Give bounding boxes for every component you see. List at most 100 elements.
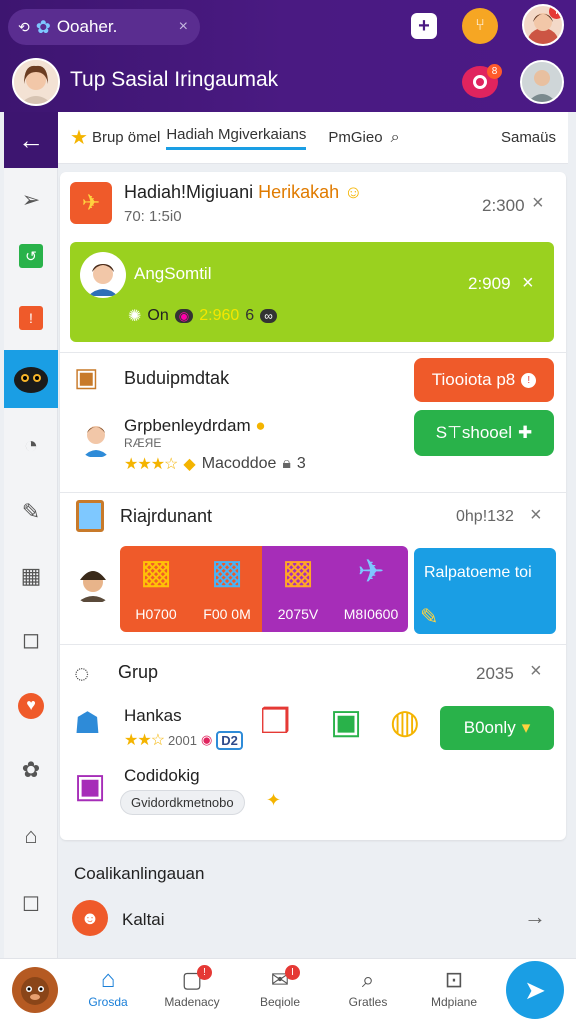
- divider: [60, 352, 566, 353]
- item-title: Grpbenleydrdam: [124, 416, 251, 435]
- tab-grup[interactable]: Brup ömel: [92, 129, 160, 146]
- home-icon[interactable]: ⌂: [4, 808, 58, 864]
- app-header: ⟲ ✿ Ooaher. × + ⑂ i Tup Sasial Iringauma…: [0, 0, 576, 112]
- gift-icon: ❒: [260, 703, 291, 741]
- search-icon[interactable]: ⌕: [391, 129, 400, 147]
- group-rating-stars: ★★☆: [124, 732, 165, 749]
- gift-box-icon: ▩: [139, 553, 173, 591]
- eye-icon: ◉: [174, 309, 194, 323]
- promo-tile[interactable]: ▩ F00 0M: [192, 546, 262, 632]
- send-icon[interactable]: ➢: [4, 172, 58, 228]
- card-title: Hadiah!Migiuani: [124, 182, 254, 202]
- nav-more[interactable]: ⊡ Mdpiane: [414, 965, 494, 1009]
- promo-tile[interactable]: ▩ H0700: [120, 546, 192, 632]
- divider: [60, 644, 566, 645]
- nav-mail[interactable]: ✉ I Beqiole: [240, 965, 320, 1009]
- lock-icon: 🔒︎: [282, 455, 291, 472]
- link-icon: ∞: [260, 309, 277, 323]
- main-content: ★ Brup ömel Hadiah Mgiverkaians PmGieo ⌕…: [58, 112, 576, 958]
- browser-tab[interactable]: ⟲ ✿ Ooaher. ×: [8, 9, 200, 45]
- footer-arrow-icon[interactable]: →: [524, 904, 546, 930]
- promo-blue-label: Ralpatoeme toi: [424, 564, 532, 581]
- clock-icon[interactable]: ◔: [4, 418, 58, 474]
- home-icon: ⌂: [100, 966, 116, 993]
- tab-hadiah[interactable]: Hadiah Mgiverkaians: [166, 126, 307, 150]
- highlight-banner[interactable]: AngSomtil 2:909 × ✺ On ◉ 2:960 6 ∞: [70, 242, 554, 342]
- coin-icon: ●: [255, 416, 266, 435]
- section3-close-icon[interactable]: ×: [530, 504, 542, 527]
- purple-gift-icon: ▣: [74, 767, 107, 805]
- section3-title: Riajrdunant: [120, 506, 213, 526]
- group-icon: ◌: [74, 658, 90, 688]
- sidebar-item-mascot[interactable]: [4, 350, 58, 408]
- contact-avatar[interactable]: [520, 60, 564, 104]
- reward-icon: ✈: [70, 182, 112, 224]
- sub-tab-bar: ★ Brup ömel Hadiah Mgiverkaians PmGieo ⌕…: [58, 112, 568, 164]
- rating-stars: ★★★☆: [124, 456, 178, 473]
- gift-box-icon: ▩: [210, 553, 244, 591]
- banner-meta-num: 2:960: [199, 307, 240, 324]
- nav-home[interactable]: ⌂ Grosda: [68, 965, 148, 1009]
- mascot-avatar[interactable]: [12, 967, 58, 1013]
- bell-icon: ✦: [266, 790, 282, 810]
- banner-name: AngSomtil: [134, 264, 212, 283]
- pencil-icon: ✎: [420, 604, 439, 629]
- promo-tile-label: 2075V: [277, 606, 319, 622]
- card-close-icon[interactable]: ×: [532, 192, 544, 215]
- back-button[interactable]: ←: [4, 112, 58, 168]
- promo-tile-label: M8I0600: [343, 606, 399, 622]
- nav-camera[interactable]: ▢! Madenacy: [152, 965, 232, 1009]
- user-avatar: [76, 418, 116, 458]
- nav-label: Beqiole: [259, 995, 301, 1009]
- group-item1-title: Hankas: [124, 706, 182, 725]
- tab-samaus[interactable]: Samaüs: [501, 129, 556, 146]
- record-icon[interactable]: 8: [462, 64, 502, 98]
- coin-bag-icon: ◍: [390, 703, 420, 741]
- footer-section: Coalikanlingauan ☻ Kaltai →: [58, 852, 568, 958]
- share-icon[interactable]: ⑂: [462, 8, 498, 44]
- notification-badge: !: [521, 372, 537, 388]
- add-icon[interactable]: +: [404, 6, 444, 46]
- group-close-icon[interactable]: ×: [530, 660, 542, 683]
- bottom-nav: ⌂ Grosda ▢! Madenacy ✉ I Beqiole ⌕ Gratle…: [0, 958, 576, 1024]
- banner-close-icon[interactable]: ×: [522, 272, 534, 295]
- tab-close-icon[interactable]: ×: [179, 18, 188, 36]
- app-logo-icon: ✿: [35, 16, 51, 37]
- orange-action-button[interactable]: Tiooiota p8 !: [414, 358, 554, 402]
- promo-tile[interactable]: ▩ 2075V: [262, 546, 334, 632]
- group-item2-chip[interactable]: Gvidordkmetnobo: [120, 790, 245, 815]
- fab-send-button[interactable]: ➤: [506, 961, 564, 1019]
- promo-tile[interactable]: ✈ M8I0600: [334, 546, 408, 632]
- avatar[interactable]: i: [522, 4, 564, 46]
- group-value: 2035: [476, 664, 514, 683]
- sidebar: ← ➢ ↺ ! ◔ ✎ ▦ ◻ ♥ ✿ ⌂ ☐: [4, 112, 58, 958]
- nav-search[interactable]: ⌕ Gratles: [328, 965, 408, 1009]
- banner-meta-on: On: [147, 307, 169, 324]
- section3-value: 0hp!132: [456, 508, 514, 525]
- promo-tile-label: F00 0M: [203, 606, 251, 622]
- arrow-icon: ▾: [521, 718, 531, 737]
- group-item1-badge: D2: [216, 730, 243, 750]
- card-value: 2:300: [482, 196, 525, 215]
- profile-avatar[interactable]: [12, 58, 60, 106]
- camera-icon: ▢!: [152, 965, 232, 995]
- red-note-icon[interactable]: !: [4, 290, 58, 346]
- footer-item-label[interactable]: Kaltai: [122, 910, 165, 930]
- green-action-button[interactable]: S⊤shooel ✚: [414, 410, 554, 456]
- heart-icon[interactable]: ♥: [4, 678, 58, 734]
- promo-blue-card[interactable]: Ralpatoeme toi ✎: [414, 548, 556, 634]
- group-action-button[interactable]: B0only ▾: [440, 706, 554, 750]
- item-count: 3: [296, 455, 306, 472]
- nav-label: Mdpiane: [430, 995, 478, 1009]
- message-icon[interactable]: ☐: [4, 876, 58, 932]
- chat-icon[interactable]: ◻: [4, 612, 58, 668]
- edit-icon[interactable]: ✎: [4, 484, 58, 540]
- card-title-highlight: Herikakah: [258, 182, 340, 202]
- frame-icon: [76, 500, 104, 532]
- green-tag-icon[interactable]: ↺: [4, 228, 58, 284]
- nav-label: Grosda: [88, 995, 128, 1009]
- tab-pmgieo[interactable]: PmGieo: [328, 129, 382, 146]
- settings-icon[interactable]: ✿: [4, 742, 58, 798]
- calendar-icon[interactable]: ▦: [4, 548, 58, 604]
- card-subtitle: 70: 1:5i0: [124, 208, 182, 225]
